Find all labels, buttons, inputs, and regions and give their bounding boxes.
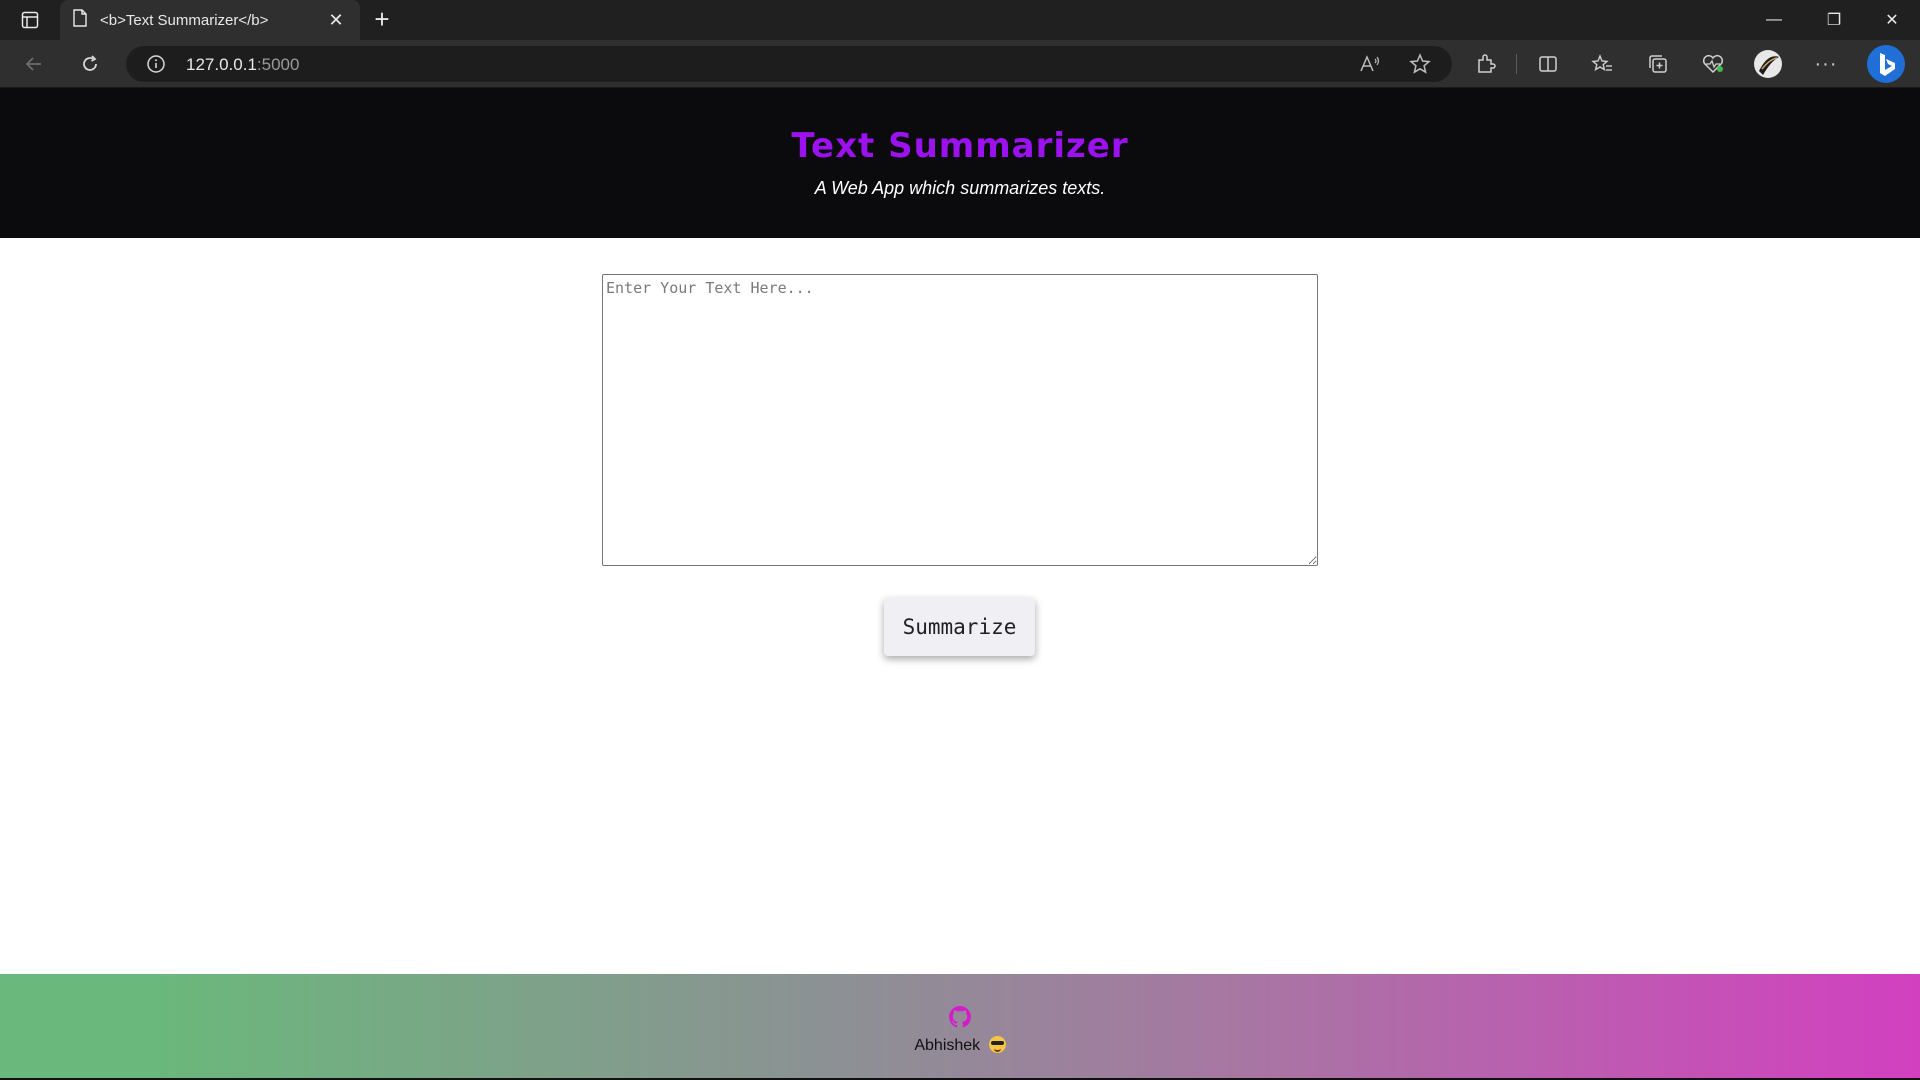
tab-title: <b>Text Summarizer</b> xyxy=(100,11,269,29)
tab-actions-icon[interactable] xyxy=(14,8,46,32)
page-content: Text Summarizer A Web App which summariz… xyxy=(0,88,1920,1080)
author-name: Abhishek xyxy=(914,1037,981,1054)
author-credit: Abhishek xyxy=(0,1036,1920,1055)
github-icon[interactable] xyxy=(947,1004,973,1030)
collections-icon[interactable] xyxy=(1642,48,1674,80)
summarize-button[interactable]: Summarize xyxy=(884,598,1035,656)
close-window-icon[interactable]: ✕ xyxy=(1864,0,1920,40)
profile-avatar[interactable] xyxy=(1752,48,1784,80)
url-text: 127.0.0.1:5000 xyxy=(186,55,299,75)
split-screen-icon[interactable] xyxy=(1532,48,1564,80)
extensions-icon[interactable] xyxy=(1470,48,1502,80)
favorites-list-icon[interactable] xyxy=(1586,48,1618,80)
browser-tabstrip: <b>Text Summarizer</b> ✕ + — ❐ ✕ xyxy=(0,0,1920,40)
reload-icon[interactable] xyxy=(74,48,106,80)
url-port: :5000 xyxy=(256,55,300,74)
bing-copilot-icon[interactable] xyxy=(1866,44,1906,84)
toolbar-separator xyxy=(1516,54,1517,74)
browser-toolbar: 127.0.0.1:5000 ··· xyxy=(0,40,1920,88)
footer: Abhishek xyxy=(0,974,1920,1080)
url-host: 127.0.0.1 xyxy=(186,55,257,74)
page-title: Text Summarizer xyxy=(791,126,1129,166)
minimize-window-icon[interactable]: — xyxy=(1746,0,1802,40)
back-arrow-icon[interactable] xyxy=(18,48,50,80)
browser-essentials-icon[interactable] xyxy=(1697,48,1729,80)
restore-window-icon[interactable]: ❐ xyxy=(1806,0,1862,40)
more-options-icon[interactable]: ··· xyxy=(1810,48,1842,80)
cool-face-emoji-icon xyxy=(988,1036,1006,1053)
page-icon xyxy=(72,8,88,32)
hero-banner: Text Summarizer A Web App which summariz… xyxy=(0,88,1920,238)
page-subtitle: A Web App which summarizes texts. xyxy=(814,178,1106,198)
site-info-icon[interactable] xyxy=(146,54,166,74)
close-tab-icon[interactable]: ✕ xyxy=(324,10,348,31)
text-input-container xyxy=(602,274,1318,566)
new-tab-icon[interactable]: + xyxy=(368,6,396,34)
text-input-area[interactable] xyxy=(602,274,1318,566)
address-bar[interactable]: 127.0.0.1:5000 xyxy=(126,46,1452,82)
read-aloud-icon[interactable] xyxy=(1358,52,1382,76)
favorite-star-icon[interactable] xyxy=(1408,52,1432,76)
browser-tab-active[interactable]: <b>Text Summarizer</b> ✕ xyxy=(60,0,360,40)
